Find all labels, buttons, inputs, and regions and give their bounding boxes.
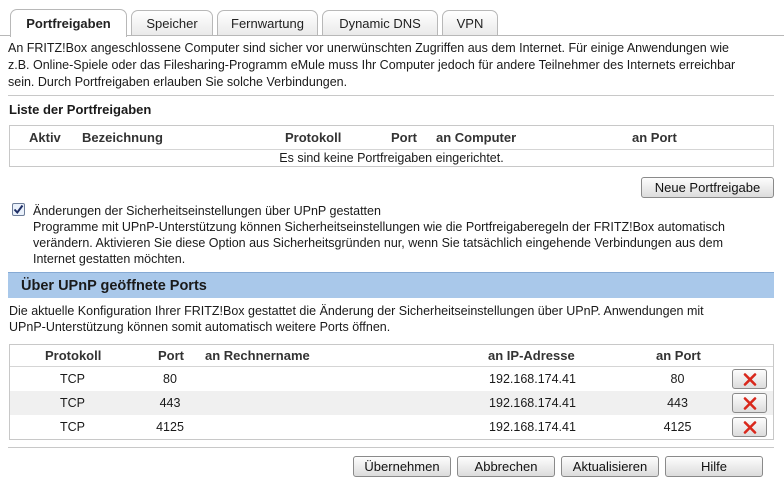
help-button[interactable]: Hilfe [665,456,763,477]
cell-port: 4125 [156,420,184,434]
tab-label: VPN [456,16,484,31]
tab-label: Speicher [146,16,198,31]
upnp-ports-table: Protokoll Port an Rechnername an IP-Adre… [9,344,774,440]
refresh-button[interactable]: Aktualisieren [561,456,659,477]
column-header-ip-adresse: an IP-Adresse [488,348,575,363]
column-header-an-computer: an Computer [436,130,517,145]
cell-an-port: 4125 [663,420,692,434]
intro-line: z.B. Online-Spiele oder das Filesharing-… [8,58,736,72]
apply-button[interactable]: Übernehmen [353,456,451,477]
column-header-port: Port [158,348,184,363]
tab-label: Dynamic DNS [339,16,421,31]
red-x-icon [743,420,756,434]
tab-vpn[interactable]: VPN [442,10,498,36]
tab-bar: Portfreigaben Speicher Fernwartung Dynam… [0,0,784,37]
cell-ip-adresse: 192.168.174.41 [489,396,576,410]
cancel-button[interactable]: Abbrechen [457,456,555,477]
upnp-ports-description: Die aktuelle Konfiguration Ihrer FRITZ!B… [9,303,779,335]
column-header-protokoll: Protokoll [285,130,342,145]
upnp-description-line: verändern. Aktivieren Sie diese Option a… [33,236,724,250]
intro-line: sein. Durch Portfreigaben erlauben Sie s… [8,75,348,89]
cell-an-port: 443 [667,396,688,410]
intro-text: An FRITZ!Box angeschlossene Computer sin… [8,40,778,91]
section-heading-upnp-ports: Über UPnP geöffnete Ports [21,277,207,294]
intro-line: An FRITZ!Box angeschlossene Computer sin… [8,41,729,55]
divider [8,447,774,448]
table-row: TCP 443 192.168.174.41 443 [10,391,773,415]
upnp-checkbox-label[interactable]: Änderungen der Sicherheitseinstellungen … [33,203,773,219]
upnp-ports-description-line: UPnP-Unterstützung können somit automati… [9,320,391,334]
red-x-icon [743,396,756,410]
delete-button[interactable] [732,393,767,413]
section-bar-upnp-ports: Über UPnP geöffnete Ports [8,272,774,298]
column-header-port: Port [391,130,417,145]
cell-protokoll: TCP [60,420,85,434]
column-header-aktiv: Aktiv [29,130,61,145]
tab-speicher[interactable]: Speicher [131,10,213,36]
delete-button[interactable] [732,417,767,437]
column-header-an-port: an Port [632,130,677,145]
cell-ip-adresse: 192.168.174.41 [489,420,576,434]
cell-port: 80 [163,372,177,386]
tab-fernwartung[interactable]: Fernwartung [217,10,318,36]
cell-port: 443 [159,396,181,410]
upnp-option-text: Änderungen der Sicherheitseinstellungen … [33,203,773,267]
upnp-ports-description-line: Die aktuelle Konfiguration Ihrer FRITZ!B… [9,304,704,318]
checkmark-icon [13,204,24,215]
cell-ip-adresse: 192.168.174.41 [489,372,576,386]
upnp-description-line: Internet gestatten möchten. [33,252,186,266]
upnp-description-line: Programme mit UPnP-Unterstützung können … [33,220,725,234]
delete-button[interactable] [732,369,767,389]
tab-dynamic-dns[interactable]: Dynamic DNS [322,10,438,36]
column-header-bezeichnung: Bezeichnung [82,130,163,145]
table-row: TCP 80 192.168.174.41 80 [10,367,773,391]
tab-portfreigaben[interactable]: Portfreigaben [10,9,127,37]
column-header-rechnername: an Rechnername [205,348,310,363]
divider [8,95,774,96]
section-heading-portfreigaben: Liste der Portfreigaben [9,102,152,117]
column-header-an-port: an Port [656,348,701,363]
column-header-protokoll: Protokoll [45,348,102,363]
cell-protokoll: TCP [60,396,85,410]
tab-label: Fernwartung [231,16,304,31]
red-x-icon [743,372,756,386]
cell-protokoll: TCP [60,372,85,386]
portfreigaben-table: Aktiv Bezeichnung Protokoll Port an Comp… [9,125,774,167]
table-row: TCP 4125 192.168.174.41 4125 [10,415,773,439]
cell-an-port: 80 [670,372,685,386]
empty-table-message: Es sind keine Portfreigaben eingerichtet… [279,151,504,165]
tab-label: Portfreigaben [26,16,111,31]
upnp-checkbox[interactable] [12,203,25,216]
new-portfreigabe-button[interactable]: Neue Portfreigabe [641,177,774,198]
